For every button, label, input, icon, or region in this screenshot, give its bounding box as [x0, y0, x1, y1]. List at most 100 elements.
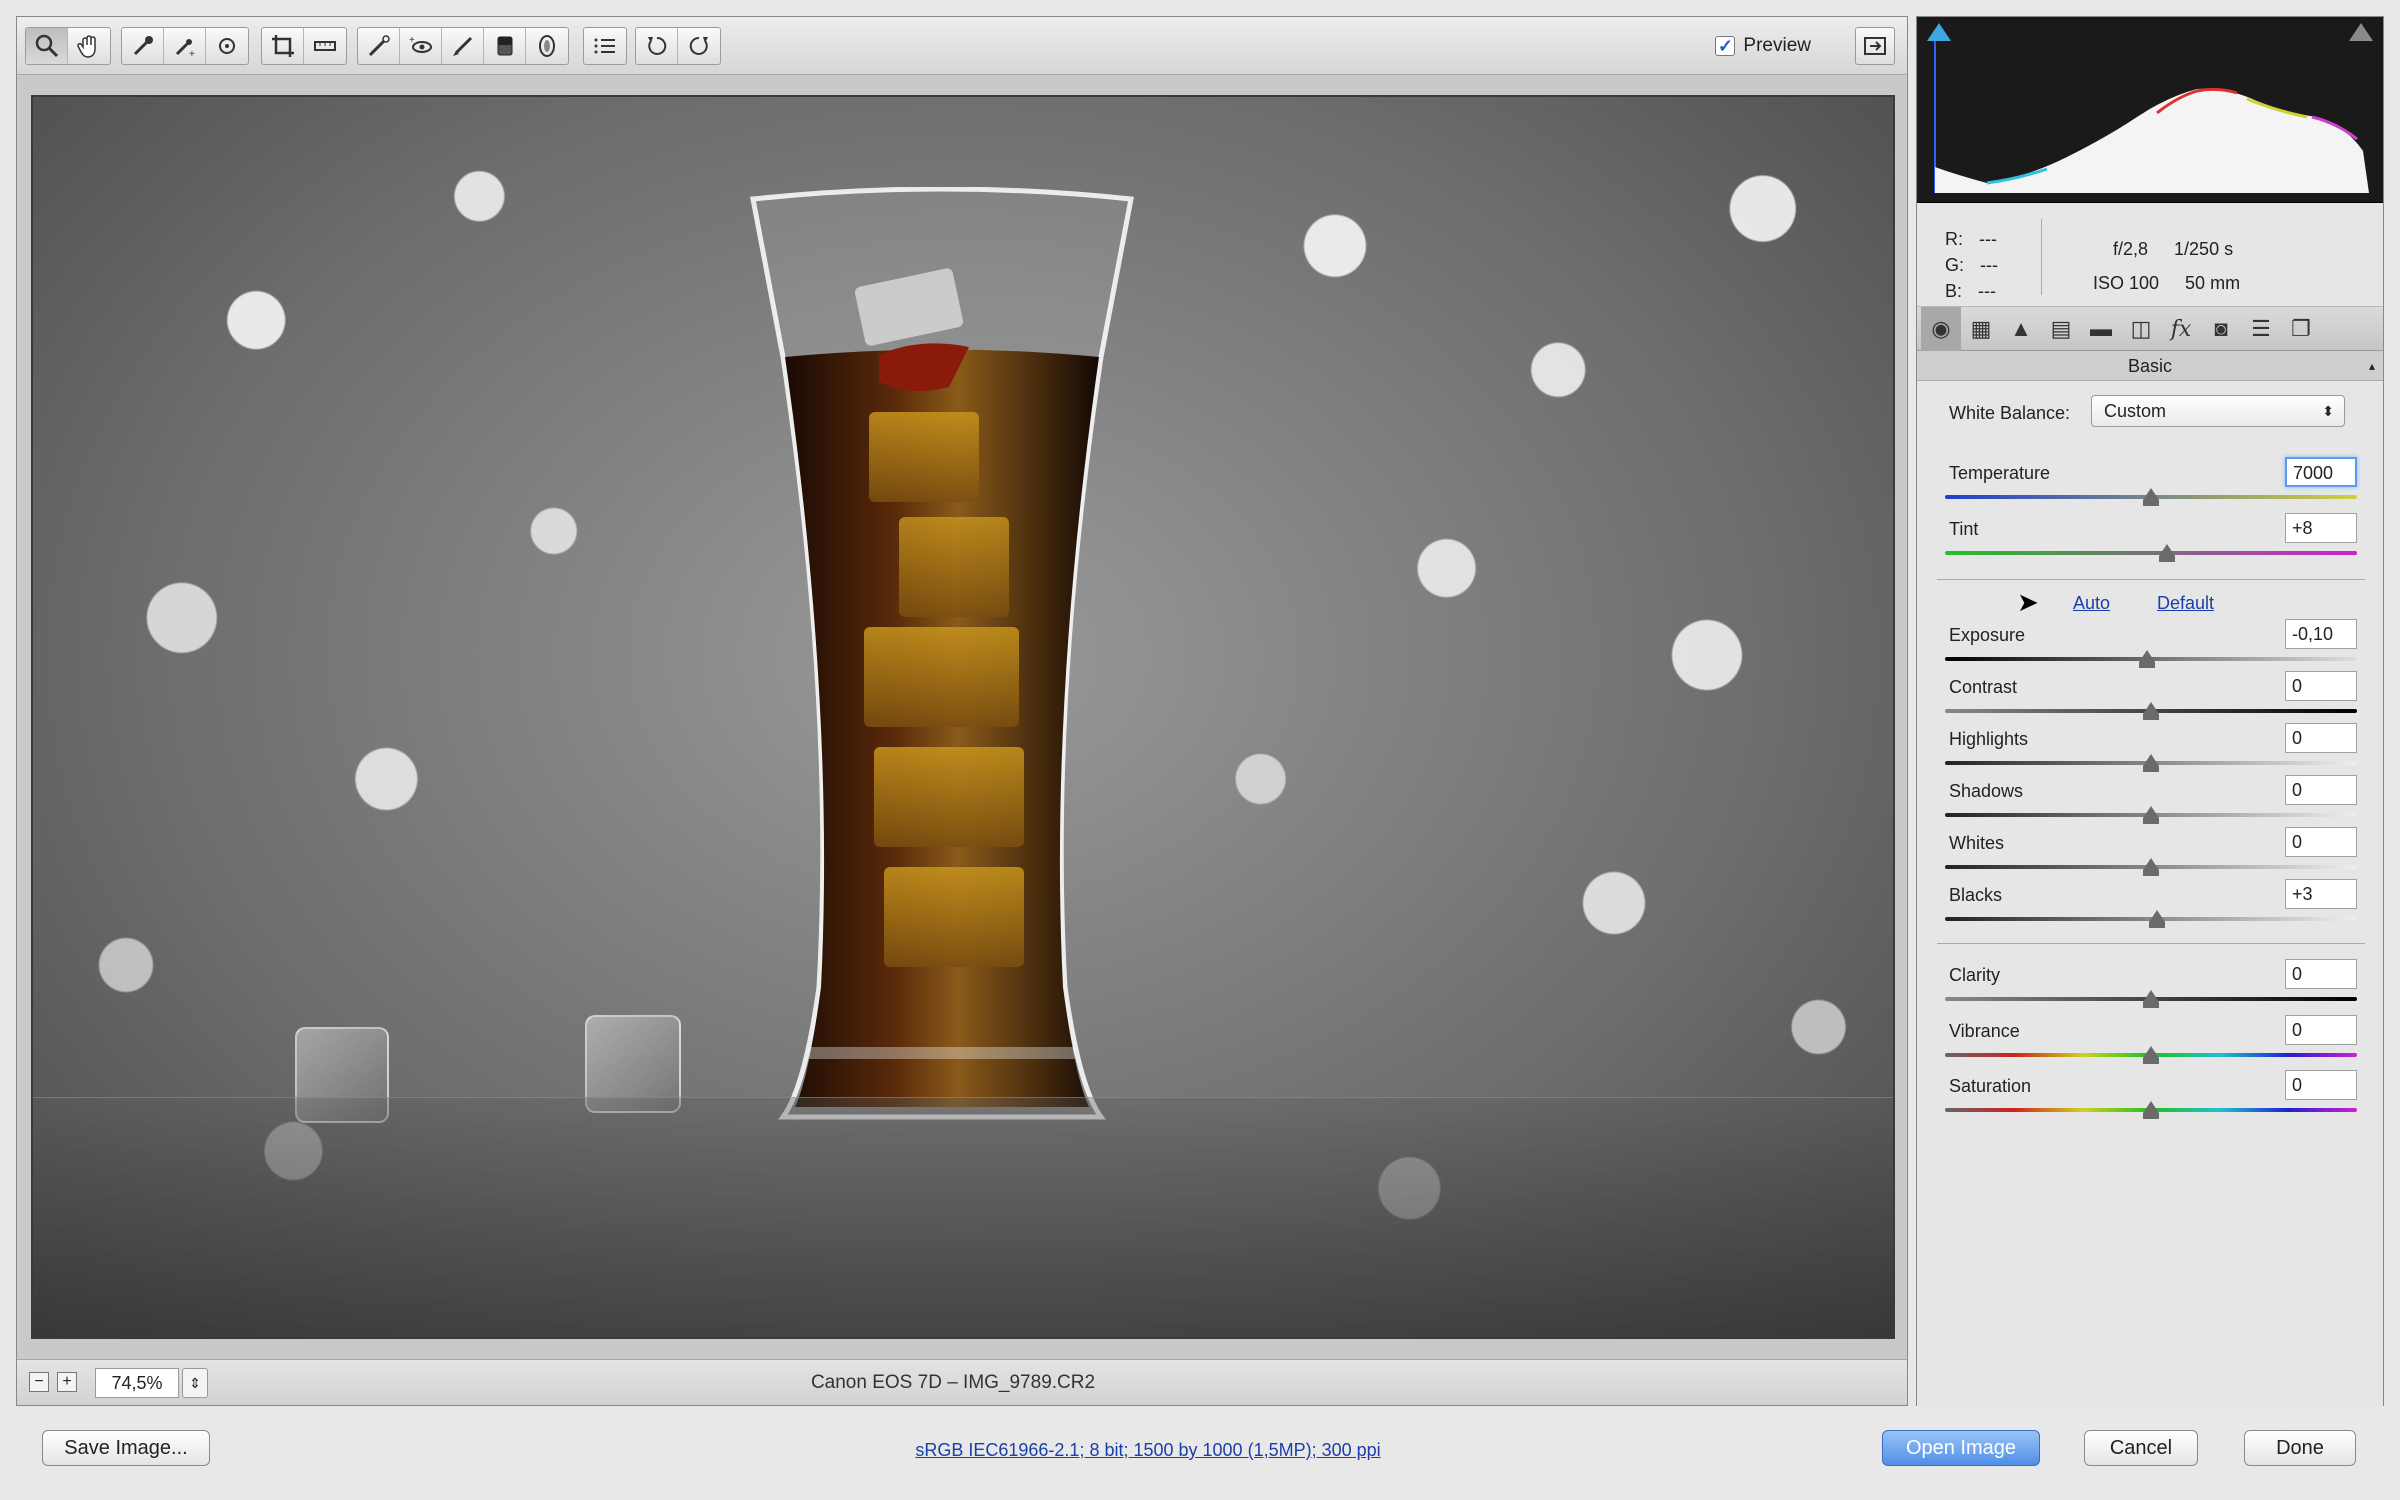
shadows-label: Shadows: [1949, 781, 2024, 801]
contrast-thumb[interactable]: [2143, 702, 2159, 720]
divider: [1937, 943, 2365, 944]
snapshots-icon[interactable]: ❐: [2281, 307, 2321, 351]
tint-thumb[interactable]: [2159, 544, 2176, 562]
zoom-tool-icon[interactable]: [26, 28, 68, 64]
preview-area: + + ✓ Preview − + 74,5% ⇕ Canon EOS 7D –…: [16, 16, 1908, 1406]
graduated-filter-tool-icon[interactable]: [484, 28, 526, 64]
crop-tool-icon[interactable]: [262, 28, 304, 64]
tint-field[interactable]: +8: [2285, 513, 2357, 543]
preview-checkbox[interactable]: ✓: [1715, 36, 1736, 56]
tool-group-retouch: +: [357, 27, 569, 65]
g-value: ---: [1980, 255, 1998, 275]
color-sampler-tool-icon[interactable]: +: [164, 28, 206, 64]
exposure-thumb[interactable]: [2138, 650, 2155, 668]
vibrance-slider-row: Vibrance 0: [1945, 1015, 2357, 1073]
rotate-left-icon[interactable]: [636, 28, 678, 64]
whites-thumb[interactable]: [2143, 858, 2159, 876]
divider: [1937, 579, 2365, 580]
shutter-speed: 1/250 s: [2174, 239, 2234, 259]
tool-group-color: +: [121, 27, 249, 65]
clarity-thumb[interactable]: [2143, 990, 2159, 1008]
tone-curve-icon[interactable]: ▦: [1961, 307, 2001, 351]
preferences-list-icon[interactable]: [584, 28, 626, 64]
shadows-thumb[interactable]: [2143, 806, 2159, 824]
readout-divider: [2041, 219, 2042, 295]
clarity-field[interactable]: 0: [2285, 959, 2357, 989]
svg-text:+: +: [409, 35, 415, 46]
contrast-label: Contrast: [1949, 677, 2018, 697]
lens-corrections-icon[interactable]: ◫: [2121, 307, 2161, 351]
exposure-field[interactable]: -0,10: [2285, 619, 2357, 649]
adjustment-brush-tool-icon[interactable]: [442, 28, 484, 64]
straighten-tool-icon[interactable]: [304, 28, 346, 64]
blacks-field[interactable]: +3: [2285, 879, 2357, 909]
radial-filter-tool-icon[interactable]: [526, 28, 568, 64]
b-value: ---: [1978, 281, 1996, 301]
target-adjustment-tool-icon[interactable]: [206, 28, 248, 64]
panel-menu-icon[interactable]: ▴: [2369, 351, 2375, 381]
iso: ISO 100: [2093, 273, 2160, 293]
saturation-thumb[interactable]: [2143, 1101, 2159, 1119]
default-link[interactable]: Default: [2157, 593, 2214, 614]
b-label: B:: [1945, 281, 1963, 301]
image-preview[interactable]: [31, 95, 1895, 1339]
clarity-label: Clarity: [1949, 965, 2001, 985]
effects-icon[interactable]: fx: [2161, 307, 2201, 351]
tool-group-preferences: [583, 27, 627, 65]
preview-statusbar: − + 74,5% ⇕ Canon EOS 7D – IMG_9789.CR2: [17, 1359, 1907, 1405]
spot-removal-tool-icon[interactable]: [358, 28, 400, 64]
red-eye-removal-tool-icon[interactable]: +: [400, 28, 442, 64]
shadow-clipping-warning-icon[interactable]: [1927, 23, 1951, 41]
done-button[interactable]: Done: [2244, 1430, 2356, 1466]
whites-label: Whites: [1949, 833, 2005, 853]
vibrance-label: Vibrance: [1949, 1021, 2020, 1041]
highlights-thumb[interactable]: [2143, 754, 2159, 772]
highlights-field[interactable]: 0: [2285, 723, 2357, 753]
vibrance-field[interactable]: 0: [2285, 1015, 2357, 1045]
split-toning-icon[interactable]: ▬: [2081, 307, 2121, 351]
r-value: ---: [1979, 229, 1997, 249]
white-balance-label: White Balance:: [1949, 403, 2071, 423]
rotate-right-icon[interactable]: [678, 28, 720, 64]
temperature-thumb[interactable]: [2143, 488, 2159, 506]
chevron-updown-icon: ⬍: [2322, 403, 2334, 419]
camera-calibration-icon[interactable]: ◙: [2201, 307, 2241, 351]
blacks-label: Blacks: [1949, 885, 2003, 905]
detail-icon[interactable]: ▲: [2001, 307, 2041, 351]
white-balance-tool-icon[interactable]: [122, 28, 164, 64]
white-balance-select[interactable]: Custom ⬍: [2091, 395, 2345, 427]
open-image-button[interactable]: Open Image: [1882, 1430, 2040, 1466]
blacks-thumb[interactable]: [2149, 910, 2166, 928]
auto-link[interactable]: Auto: [2073, 593, 2110, 614]
presets-icon[interactable]: ☰: [2241, 307, 2281, 351]
vibrance-thumb[interactable]: [2143, 1046, 2159, 1064]
panel-tabs: ◉ ▦ ▲ ▤ ▬ ◫ fx ◙ ☰ ❐: [1917, 307, 2383, 351]
saturation-field[interactable]: 0: [2285, 1070, 2357, 1100]
tool-group-crop: [261, 27, 347, 65]
histogram: [1917, 17, 2383, 203]
cancel-button[interactable]: Cancel: [2084, 1430, 2198, 1466]
preview-toggle[interactable]: ✓ Preview: [1715, 31, 1811, 61]
temperature-field[interactable]: 7000: [2285, 457, 2357, 487]
tint-label: Tint: [1949, 519, 1979, 539]
mouse-cursor-icon: ➤: [2017, 587, 2039, 617]
basic-icon[interactable]: ◉: [1921, 307, 1961, 351]
r-label: R:: [1945, 229, 1963, 249]
tint-track[interactable]: [1945, 551, 2357, 555]
basic-panel: White Balance: Custom ⬍ Temperature 7000…: [1917, 381, 2383, 1407]
temperature-slider-row: Temperature 7000: [1945, 457, 2357, 515]
blacks-slider-row: Blacks +3: [1945, 879, 2357, 937]
fullscreen-toggle-button[interactable]: [1855, 27, 1895, 65]
highlight-clipping-warning-icon[interactable]: [2349, 23, 2373, 41]
preview-label: Preview: [1743, 35, 1811, 56]
contrast-field[interactable]: 0: [2285, 671, 2357, 701]
white-balance-value: Custom: [2104, 401, 2167, 421]
histogram-graph: [1934, 37, 2369, 193]
tool-group-navigation: [25, 27, 111, 65]
fullscreen-icon: [1864, 37, 1886, 55]
whites-field[interactable]: 0: [2285, 827, 2357, 857]
hsl-icon[interactable]: ▤: [2041, 307, 2081, 351]
saturation-slider-row: Saturation 0: [1945, 1070, 2357, 1128]
hand-tool-icon[interactable]: [68, 28, 110, 64]
shadows-field[interactable]: 0: [2285, 775, 2357, 805]
